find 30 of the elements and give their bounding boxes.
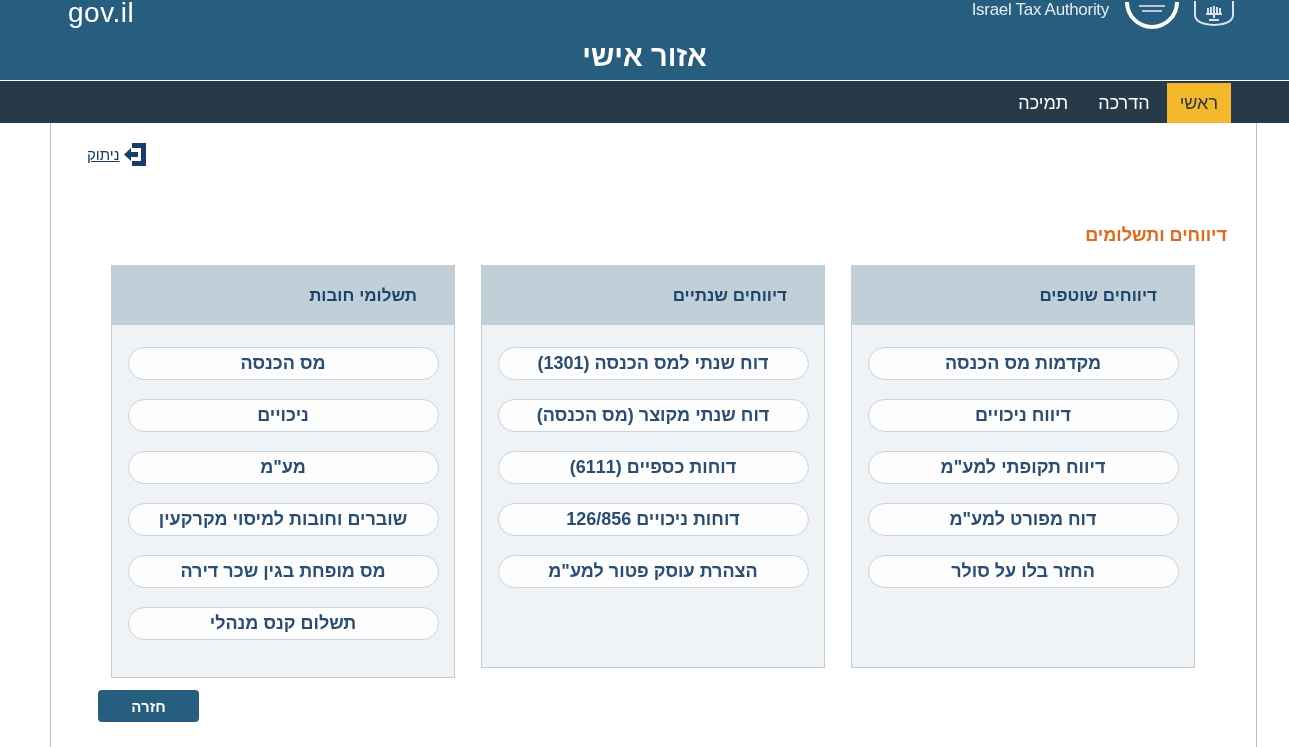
authority-name: Israel Tax Authority [971, 0, 1109, 20]
panel-header: תשלומי חובות [112, 266, 454, 325]
logout-link[interactable]: ניתוק [87, 143, 146, 166]
menu-button[interactable]: החזר בלו על סולר [867, 555, 1179, 588]
menu-button[interactable]: דוח שנתי למס הכנסה (1301) [497, 347, 809, 380]
menu-button[interactable]: דוחות כספיים (6111) [497, 451, 809, 484]
menu-button[interactable]: דוח מפורט למע"מ [867, 503, 1179, 536]
panel-header: דיווחים שוטפים [852, 266, 1194, 325]
emblem-icon [1192, 0, 1236, 26]
page-title: אזור אישי [581, 39, 708, 74]
menu-button[interactable]: דיווח תקופתי למע"מ [867, 451, 1179, 484]
panel-header: דיווחים שנתיים [482, 266, 824, 325]
gov-logo-text: gov.il [68, 0, 135, 26]
menu-button[interactable]: ניכויים [127, 399, 439, 432]
exit-icon [123, 143, 146, 166]
menu-button[interactable]: דוחות ניכויים 126/856 [497, 503, 809, 536]
menu-button[interactable]: דוח שנתי מקוצר (מס הכנסה) [497, 399, 809, 432]
menu-button[interactable]: מס מופחת בגין שכר דירה [127, 555, 439, 588]
menu-button[interactable]: תשלום קנס מנהלי [127, 607, 439, 640]
back-button[interactable]: חזרה [98, 690, 199, 722]
menu-button[interactable]: שוברים וחובות למיסוי מקרקעין [127, 503, 439, 536]
nav-tab[interactable]: תמיכה [1005, 83, 1082, 123]
section-title: דיווחים ותשלומים [1084, 224, 1227, 246]
menu-button[interactable]: מע"מ [127, 451, 439, 484]
menu-button[interactable]: מס הכנסה [127, 347, 439, 380]
menu-button[interactable]: הצהרת עוסק פטור למע"מ [497, 555, 809, 588]
nav-tab[interactable]: ראשי [1166, 83, 1231, 123]
menu-button[interactable]: מקדמות מס הכנסה [867, 347, 1179, 380]
nav-tab[interactable]: הדרכה [1085, 83, 1163, 123]
menu-button[interactable]: דיווח ניכויים [867, 399, 1179, 432]
